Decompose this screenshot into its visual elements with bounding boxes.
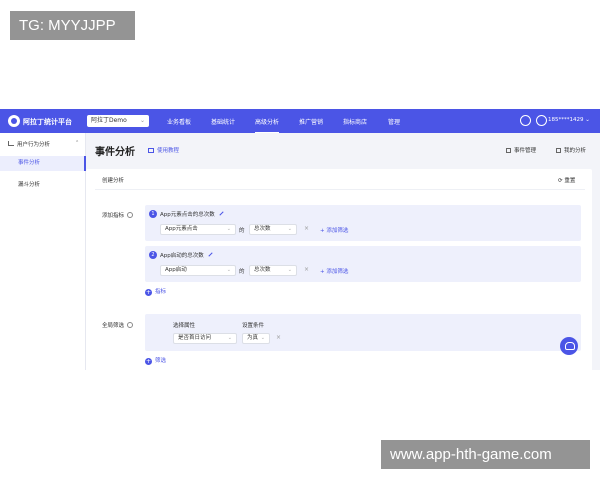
chevron-down-icon: ⌄ (227, 335, 232, 341)
metric-title[interactable]: App启动的总次数 (160, 251, 213, 259)
close-icon[interactable]: × (276, 334, 281, 341)
info-icon[interactable] (127, 212, 134, 218)
chevron-down-icon: ⌄ (226, 226, 231, 232)
sidebar: 用户行为分析 ⌃ 事件分析 漏斗分析 (0, 133, 86, 370)
metric-title[interactable]: App元素点击的总次数 (160, 210, 224, 218)
add-filter-button[interactable]: + 筛选 (145, 356, 166, 365)
divider (95, 189, 585, 190)
project-select[interactable]: 阿拉丁Demo ⌄ (87, 115, 149, 127)
user-avatar-icon[interactable] (536, 115, 547, 126)
select-property-label: 选择属性 (173, 323, 196, 329)
condition-select[interactable]: 为真 ⌄ (242, 333, 270, 344)
metric-block-1: 1 App元素点击的总次数 App元素点击 ⌄ 的 总次数 ⌄ × + 添加筛选 (145, 205, 581, 241)
chevron-down-icon: ⌄ (226, 267, 231, 273)
brand-logo-icon (8, 115, 20, 127)
reset-button[interactable]: ⟳ 重置 (558, 176, 575, 184)
sidebar-item-funnel-analysis[interactable]: 漏斗分析 (0, 178, 86, 193)
nav-item-advanced-analysis[interactable]: 高级分析 (255, 117, 280, 133)
add-metric-label: 添加指标 (102, 211, 134, 219)
metric-block-2: 2 App启动的总次数 App启动 ⌄ 的 总次数 ⌄ × + 添加筛选 (145, 246, 581, 282)
close-icon[interactable]: × (304, 266, 309, 273)
chevron-down-icon: ⌄ (139, 117, 145, 124)
bottom-watermark: www.app-hth-game.com (381, 440, 590, 469)
of-label: 的 (239, 228, 245, 234)
nav-item-metric-store[interactable]: 指标商店 (343, 117, 367, 126)
edit-icon[interactable] (208, 252, 213, 257)
measure-select[interactable]: 总次数 ⌄ (249, 265, 297, 276)
sidebar-group-user-behavior[interactable]: 用户行为分析 (8, 140, 50, 148)
plus-icon: + (145, 358, 152, 365)
plus-icon: + (145, 289, 152, 296)
event-manage-link[interactable]: 事件管理 (506, 146, 536, 154)
event-select[interactable]: App启动 ⌄ (160, 265, 236, 276)
analysis-card: 创建分析 ⟳ 重置 添加指标 1 App元素点击的总次数 App元素点击 ⌄ 的 … (86, 169, 592, 370)
add-filter-link[interactable]: + 添加筛选 (320, 267, 348, 275)
metric-number-badge: 1 (149, 210, 157, 218)
help-link[interactable]: 使用教程 (148, 146, 179, 154)
page-title: 事件分析 (95, 147, 135, 158)
refresh-icon: ⟳ (558, 178, 563, 184)
property-select[interactable]: 是否首日访问 ⌄ (173, 333, 237, 344)
chevron-down-icon: ⌄ (287, 267, 292, 273)
edit-icon[interactable] (219, 211, 224, 216)
folder-icon (556, 148, 561, 153)
event-select[interactable]: App元素点击 ⌄ (160, 224, 236, 235)
chevron-down-icon: ⌄ (260, 335, 265, 341)
create-analysis-label: 创建分析 (102, 178, 125, 184)
nav-item-basic-stats[interactable]: 基础统计 (211, 117, 235, 126)
list-icon (506, 148, 511, 153)
info-icon[interactable] (127, 322, 134, 328)
notification-icon[interactable] (520, 115, 531, 126)
nav-item-manage[interactable]: 管理 (388, 117, 400, 126)
customer-service-icon[interactable] (560, 337, 578, 355)
global-filter-label: 全局筛选 (102, 321, 134, 329)
nav-item-dashboard[interactable]: 业务看板 (167, 117, 191, 126)
top-nav-bar: 阿拉丁统计平台 阿拉丁Demo ⌄ 业务看板 基础统计 高级分析 推广营销 指标… (0, 109, 600, 133)
main-content: 事件分析 使用教程 事件管理 我的分析 创建分析 ⟳ 重置 添加指标 1 App… (86, 133, 600, 370)
book-icon (148, 148, 154, 153)
metric-number-badge: 2 (149, 251, 157, 259)
chart-icon (8, 141, 14, 146)
set-condition-label: 设置条件 (242, 323, 265, 329)
top-watermark: TG: MYYJJPP (10, 11, 135, 40)
add-metric-button[interactable]: + 指标 (145, 287, 166, 296)
close-icon[interactable]: × (304, 225, 309, 232)
app-window: 阿拉丁统计平台 阿拉丁Demo ⌄ 业务看板 基础统计 高级分析 推广营销 指标… (0, 109, 600, 370)
measure-select[interactable]: 总次数 ⌄ (249, 224, 297, 235)
chevron-up-icon[interactable]: ⌃ (75, 140, 79, 146)
chevron-down-icon: ⌄ (287, 226, 292, 232)
global-filter-block: 选择属性 设置条件 是否首日访问 ⌄ 为真 ⌄ × (145, 314, 581, 351)
nav-item-promotion[interactable]: 推广营销 (299, 117, 323, 126)
sidebar-item-event-analysis[interactable]: 事件分析 (0, 156, 86, 171)
of-label: 的 (239, 269, 245, 275)
my-analysis-link[interactable]: 我的分析 (556, 146, 586, 154)
user-account[interactable]: 185****1429 ⌄ (548, 117, 590, 123)
add-filter-link[interactable]: + 添加筛选 (320, 226, 348, 234)
brand-name: 阿拉丁统计平台 (23, 118, 72, 126)
project-select-value: 阿拉丁Demo (91, 117, 127, 124)
